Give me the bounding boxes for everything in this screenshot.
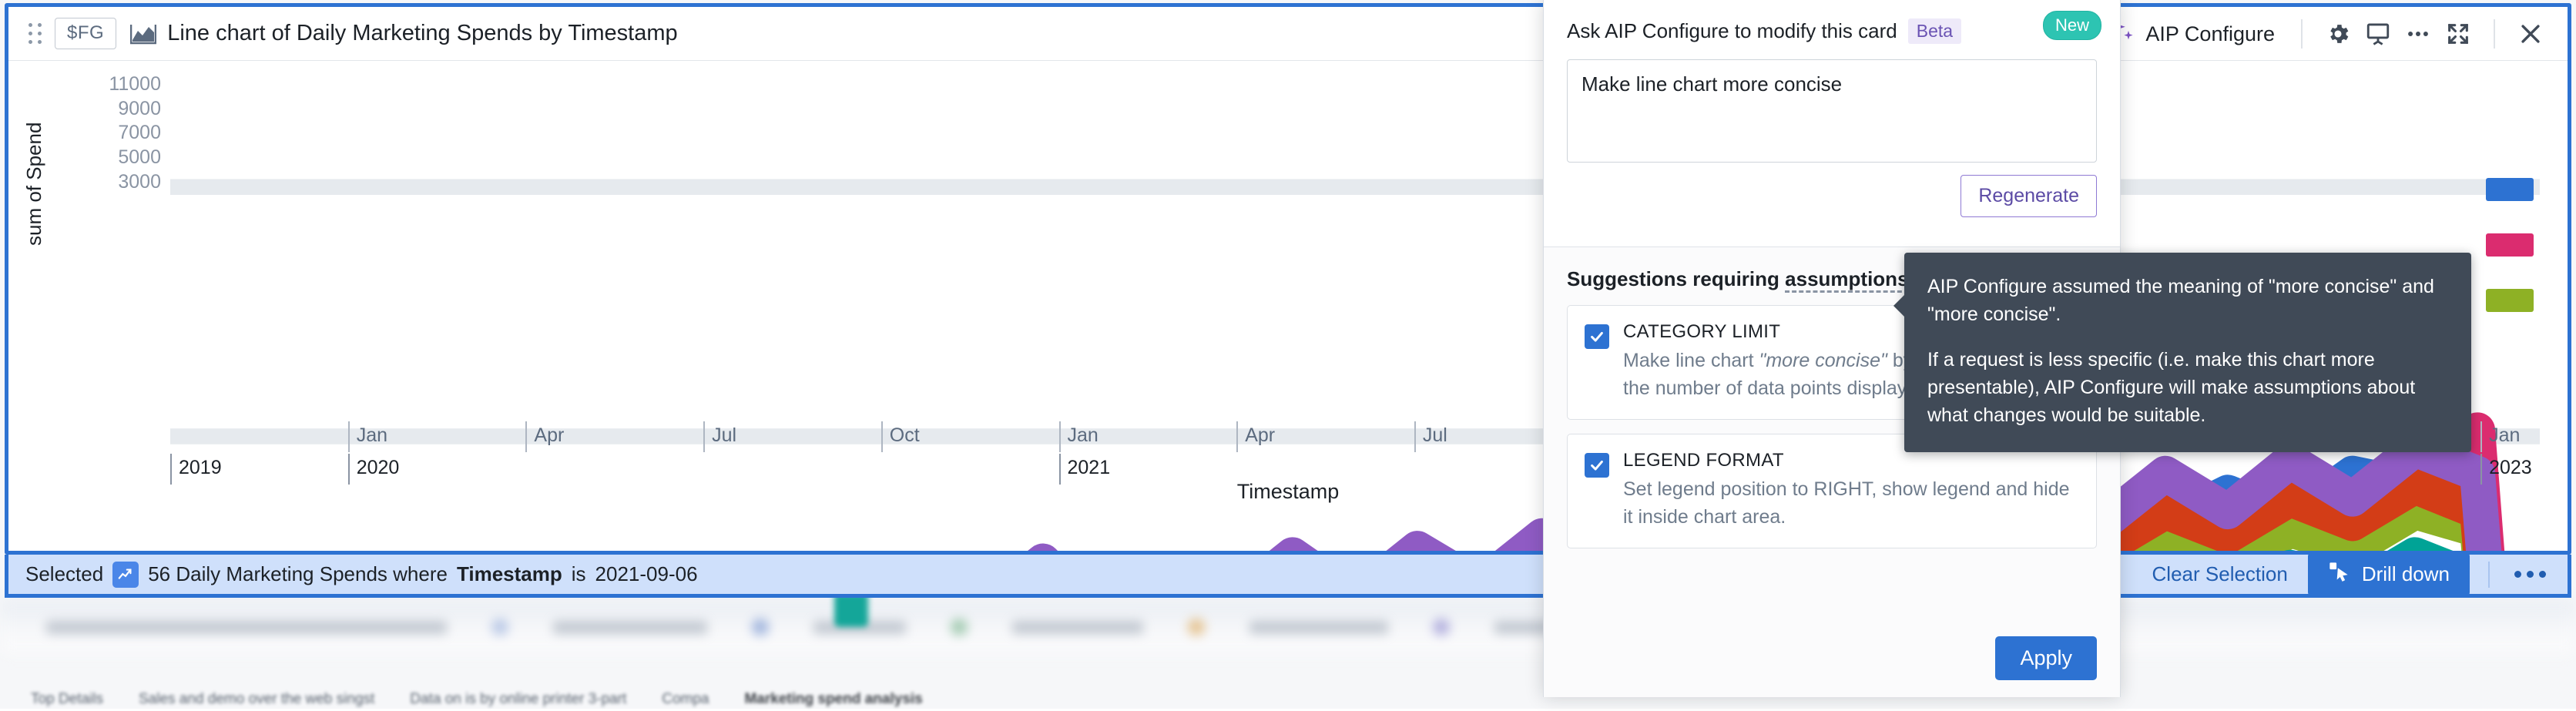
suggestion-body: LEGEND FORMAT Set legend position to RIG…	[1623, 450, 2079, 531]
gear-icon[interactable]	[2318, 14, 2358, 54]
pointer-select-icon	[2328, 561, 2350, 588]
header-divider-2	[2494, 19, 2495, 49]
aip-panel-header: Ask AIP Configure to modify this card Be…	[1544, 0, 2120, 163]
more-horizontal-icon[interactable]	[2508, 565, 2552, 584]
suggestions-heading: Suggestions requiring assumptions	[1567, 267, 1909, 293]
prompt-action-row: Regenerate	[1544, 163, 2120, 247]
selection-count-text: 56 Daily Marketing Spends where	[148, 562, 448, 585]
card-header: $FG Line chart of Daily Marketing Spends…	[8, 7, 2568, 61]
area-chart-icon	[129, 23, 157, 45]
selection-summary: Selected 56 Daily Marketing Spends where…	[25, 561, 698, 588]
legend-swatch[interactable]	[2486, 233, 2534, 257]
assumptions-tooltip: AIP Configure assumed the meaning of "mo…	[1893, 253, 2471, 453]
y-axis-tick-label: 11000	[109, 73, 161, 96]
x-axis-month-label: Apr	[1236, 421, 1275, 452]
drill-down-button[interactable]: Drill down	[2307, 552, 2470, 596]
aip-panel-heading: Ask AIP Configure to modify this card	[1567, 19, 1897, 42]
page-title: Line chart of Daily Marketing Spends by …	[167, 21, 678, 45]
x-axis-month-label: Jan	[347, 421, 387, 452]
assumptions-tooltip-trigger[interactable]: assumptions	[1785, 267, 1909, 293]
clear-selection-button[interactable]: Clear Selection	[2152, 562, 2288, 586]
new-badge: New	[2042, 11, 2101, 40]
more-horizontal-icon[interactable]	[2398, 14, 2438, 54]
suggestion-description: Set legend position to RIGHT, show legen…	[1623, 476, 2079, 531]
selection-value: 2021-09-06	[595, 562, 698, 585]
currency-format-badge[interactable]: $FG	[55, 18, 117, 49]
suggestion-checkbox[interactable]	[1585, 453, 1609, 478]
expand-icon[interactable]	[2438, 14, 2478, 54]
background-widget-row-blurred	[0, 609, 2576, 646]
y-axis-ticks: 3000 5000 7000 9000 11000	[45, 61, 161, 506]
tooltip-line-1: AIP Configure assumed the meaning of "mo…	[1927, 276, 2434, 326]
suggestion-desc-before: Set legend position to RIGHT, show legen…	[1623, 478, 2070, 528]
selected-label: Selected	[25, 562, 104, 585]
chart-legend[interactable]	[2486, 178, 2534, 312]
background-teal-tab-blurred	[834, 593, 868, 627]
close-icon[interactable]	[2511, 14, 2551, 54]
y-axis-tick-label: 3000	[118, 170, 161, 193]
status-divider	[2488, 561, 2490, 588]
prompt-textarea[interactable]: Make line chart more concise	[1567, 59, 2097, 163]
suggestion-kicker: LEGEND FORMAT	[1623, 450, 1784, 471]
suggestion-checkbox[interactable]	[1585, 324, 1609, 349]
tooltip-arrow	[1893, 294, 1905, 317]
drill-down-label: Drill down	[2361, 562, 2450, 585]
object-set-icon	[112, 561, 139, 588]
aip-panel-heading-row: Ask AIP Configure to modify this card Be…	[1567, 11, 2101, 44]
card-header-actions: AIP Configure	[2098, 7, 2568, 61]
presentation-icon[interactable]	[2358, 14, 2398, 54]
x-axis-month-label: Apr	[525, 421, 564, 452]
x-axis-month-label: Jul	[703, 421, 736, 452]
apply-button[interactable]: Apply	[1995, 636, 2097, 680]
beta-badge: Beta	[1907, 18, 1962, 44]
x-axis-month-label: Jul	[1414, 421, 1447, 452]
x-axis-month-label: Oct	[880, 421, 920, 452]
regenerate-button[interactable]: Regenerate	[1961, 175, 2097, 217]
header-divider-1	[2301, 19, 2303, 49]
selection-status-bar: Selected 56 Daily Marketing Spends where…	[5, 552, 2571, 598]
selection-operator: is	[571, 562, 586, 585]
legend-swatch[interactable]	[2486, 289, 2534, 312]
aip-configure-label: AIP Configure	[2145, 22, 2275, 45]
y-axis-tick-label: 7000	[118, 122, 161, 144]
x-axis-month-label: Jan	[2480, 421, 2520, 452]
suggestion-desc-emphasis: "more concise"	[1759, 350, 1887, 371]
apply-row: Apply	[1995, 636, 2097, 680]
y-axis-label: sum of Spend	[22, 122, 45, 246]
legend-swatch[interactable]	[2486, 178, 2534, 201]
tooltip-line-2: If a request is less specific (i.e. make…	[1927, 348, 2416, 427]
y-axis-tick-label: 9000	[118, 97, 161, 119]
suggestion-desc-before: Make line chart	[1623, 350, 1759, 371]
aip-configure-button[interactable]: AIP Configure	[2098, 14, 2286, 55]
selection-actions: Clear Selection Drill down	[2152, 552, 2552, 596]
drag-handle-icon[interactable]	[25, 22, 44, 45]
suggestions-heading-prefix: Suggestions requiring	[1567, 267, 1779, 290]
y-axis-tick-label: 5000	[118, 146, 161, 168]
x-axis-month-label: Jan	[1058, 421, 1098, 452]
selection-field-name: Timestamp	[456, 562, 562, 585]
x-axis-label: Timestamp	[1236, 480, 1340, 503]
background-bottom-text-blurred: Top Details Sales and demo over the web …	[31, 691, 923, 707]
